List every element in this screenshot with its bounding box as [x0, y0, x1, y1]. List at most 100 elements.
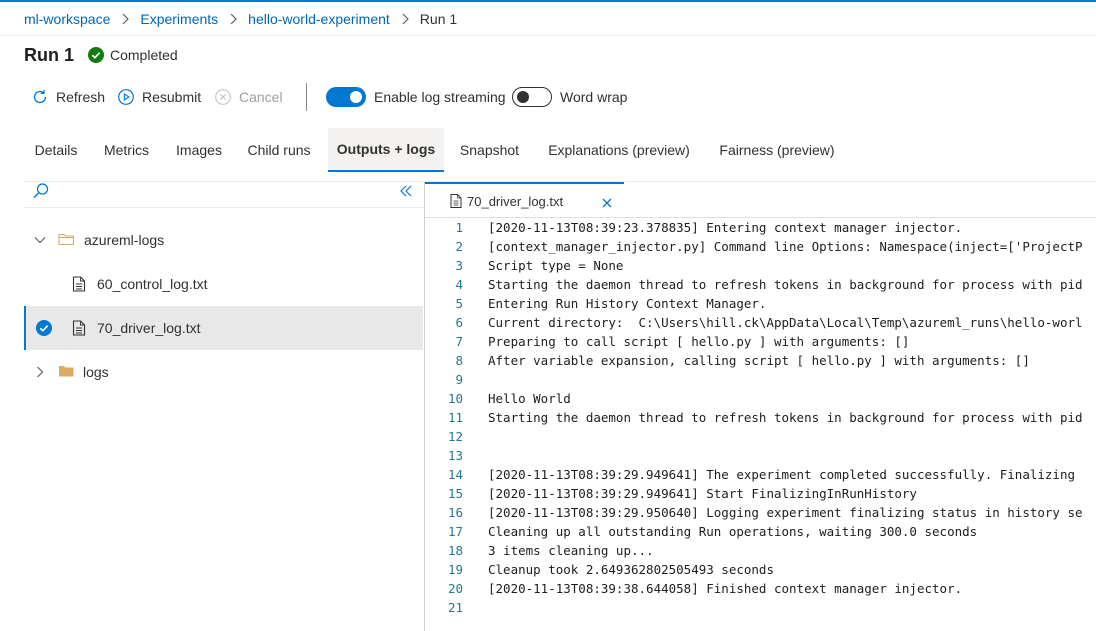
- chevron-right-icon: [390, 10, 420, 28]
- open-folder-icon: [58, 233, 75, 246]
- top-accent-bar: [0, 0, 1096, 2]
- log-line: 7 Preparing to call script [ hello.py ] w…: [425, 332, 1096, 351]
- toggle-switch-off[interactable]: [512, 87, 552, 107]
- word-wrap-toggle[interactable]: Word wrap: [512, 87, 627, 107]
- log-line: 19 Cleanup took 2.649362802505493 seconds: [425, 560, 1096, 579]
- log-line: 6 Current directory: C:\Users\hill.ck\App…: [425, 313, 1096, 332]
- tab-fairness[interactable]: Fairness (preview): [715, 128, 839, 172]
- line-number: 18: [447, 543, 463, 558]
- refresh-label: Refresh: [56, 89, 106, 105]
- line-number: 10: [447, 391, 463, 406]
- log-streaming-label: Enable log streaming: [374, 89, 506, 105]
- editor-tab-driver-log[interactable]: 70_driver_log.txt: [425, 182, 624, 218]
- line-text: Hello World: [488, 391, 571, 406]
- tree-item-label: azureml-logs: [84, 232, 165, 248]
- log-line: 21: [425, 598, 1096, 617]
- search-icon[interactable]: [32, 182, 50, 200]
- line-text: Starting the daemon thread to refresh to…: [488, 410, 1083, 425]
- line-number: 14: [447, 467, 463, 482]
- chevron-down-icon[interactable]: [34, 234, 46, 246]
- cancel-button[interactable]: Cancel: [214, 87, 283, 107]
- collapse-pane-icon[interactable]: [399, 184, 413, 198]
- line-number: 4: [455, 277, 463, 292]
- cancel-circle-icon: [215, 89, 231, 105]
- line-number: 16: [447, 505, 463, 520]
- log-line: 2 [context_manager_injector.py] Command l…: [425, 237, 1096, 256]
- log-line: 13: [425, 446, 1096, 465]
- breadcrumb-workspace[interactable]: ml-workspace: [24, 11, 110, 27]
- log-line: 3 Script type = None: [425, 256, 1096, 275]
- chevron-right-icon[interactable]: [34, 366, 46, 378]
- line-number: 2: [455, 239, 463, 254]
- line-number: 17: [447, 524, 463, 539]
- tree-file-control-log[interactable]: 60_control_log.txt: [24, 262, 423, 306]
- log-line: 9: [425, 370, 1096, 389]
- breadcrumb-experiment[interactable]: hello-world-experiment: [248, 11, 390, 27]
- line-text: Starting the daemon thread to refresh to…: [488, 277, 1083, 292]
- chevron-right-icon: [218, 10, 248, 28]
- line-text: Preparing to call script [ hello.py ] wi…: [488, 334, 910, 349]
- log-streaming-toggle[interactable]: Enable log streaming: [326, 87, 506, 107]
- breadcrumb-current: Run 1: [419, 11, 458, 27]
- tab-images[interactable]: Images: [168, 128, 230, 172]
- toolbar-divider: [306, 83, 307, 111]
- line-number: 5: [455, 296, 463, 311]
- line-number: 13: [447, 448, 463, 463]
- page-title: Run 1: [24, 45, 75, 65]
- document-icon: [72, 320, 86, 336]
- tree-item-label: 70_driver_log.txt: [97, 320, 201, 336]
- line-number: 9: [455, 372, 463, 387]
- line-number: 1: [455, 220, 463, 235]
- line-number: 19: [447, 562, 463, 577]
- document-icon: [72, 276, 86, 292]
- log-line: 11 Starting the daemon thread to refresh …: [425, 408, 1096, 427]
- line-text: [2020-11-13T08:39:38.644058] Finished co…: [488, 581, 963, 596]
- log-line: 8 After variable expansion, calling scrip…: [425, 351, 1096, 370]
- tab-outputs-logs[interactable]: Outputs + logs: [328, 128, 444, 172]
- tree-item-label: logs: [83, 364, 109, 380]
- close-icon[interactable]: [602, 198, 612, 208]
- tab-child-runs[interactable]: Child runs: [240, 128, 318, 172]
- log-line: 18 3 items cleaning up...: [425, 541, 1096, 560]
- refresh-button[interactable]: Refresh: [31, 87, 105, 107]
- line-number: 15: [447, 486, 463, 501]
- log-line: 10 Hello World: [425, 389, 1096, 408]
- tree-folder-azureml-logs[interactable]: azureml-logs: [24, 218, 423, 262]
- status-badge: Completed: [88, 47, 178, 63]
- log-viewer[interactable]: 1 [2020-11-13T08:39:23.378835] Entering c…: [425, 218, 1096, 631]
- line-number: 3: [455, 258, 463, 273]
- tab-metrics[interactable]: Metrics: [95, 128, 158, 172]
- line-text: After variable expansion, calling script…: [488, 353, 1030, 368]
- cancel-label: Cancel: [239, 89, 283, 105]
- log-line: 4 Starting the daemon thread to refresh t…: [425, 275, 1096, 294]
- log-line: 1 [2020-11-13T08:39:23.378835] Entering c…: [425, 218, 1096, 237]
- tab-details[interactable]: Details: [24, 128, 88, 172]
- refresh-icon: [33, 90, 47, 104]
- tree-folder-logs[interactable]: logs: [24, 350, 423, 394]
- line-number: 8: [455, 353, 463, 368]
- line-text: Cleaning up all outstanding Run operatio…: [488, 524, 978, 539]
- line-text: [2020-11-13T08:39:23.378835] Entering co…: [488, 220, 963, 235]
- tree-file-driver-log[interactable]: 70_driver_log.txt: [24, 306, 423, 350]
- chevron-right-icon: [110, 10, 140, 28]
- log-line: 15 [2020-11-13T08:39:29.949641] Start Fin…: [425, 484, 1096, 503]
- line-text: Cleanup took 2.649362802505493 seconds: [488, 562, 774, 577]
- resubmit-button[interactable]: Resubmit: [117, 87, 201, 107]
- selected-check-icon: [36, 320, 52, 336]
- document-icon: [450, 194, 462, 208]
- line-number: 21: [447, 600, 463, 615]
- tab-explanations[interactable]: Explanations (preview): [541, 128, 697, 172]
- toggle-switch-on[interactable]: [326, 87, 366, 107]
- breadcrumb: ml-workspace Experiments hello-world-exp…: [24, 10, 457, 28]
- log-line: 5 Entering Run History Context Manager.: [425, 294, 1096, 313]
- log-line: 20 [2020-11-13T08:39:38.644058] Finished …: [425, 579, 1096, 598]
- line-text: [2020-11-13T08:39:29.949641] Start Final…: [488, 486, 917, 501]
- editor-tab-label: 70_driver_log.txt: [467, 193, 564, 209]
- log-line: 14 [2020-11-13T08:39:29.949641] The exper…: [425, 465, 1096, 484]
- tab-snapshot[interactable]: Snapshot: [452, 128, 527, 172]
- line-text: Entering Run History Context Manager.: [488, 296, 767, 311]
- line-text: Current directory: C:\Users\hill.ck\AppD…: [488, 315, 1083, 330]
- file-tree-pane: azureml-logs 60_control_log.txt 70_drive…: [24, 182, 424, 631]
- line-number: 20: [447, 581, 463, 596]
- breadcrumb-experiments[interactable]: Experiments: [140, 11, 218, 27]
